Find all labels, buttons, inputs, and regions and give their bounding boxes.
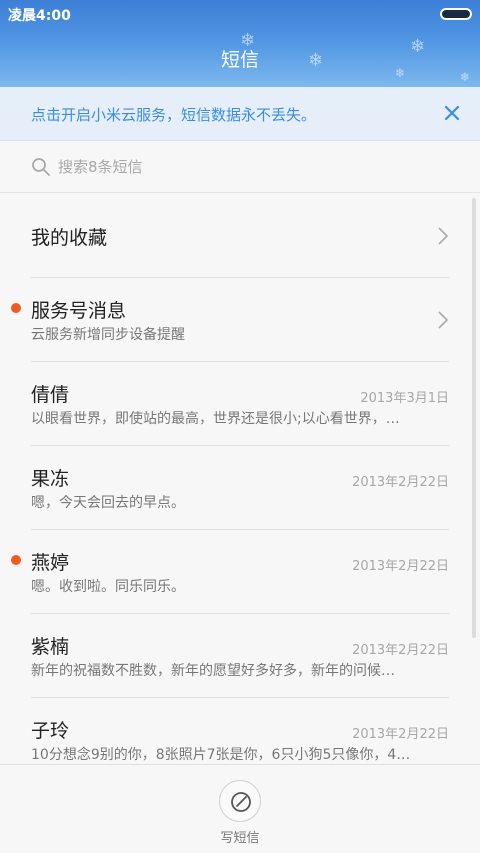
header: ❄ ❄ ❄ ❄ ❄ 凌晨4:00 短信	[0, 0, 480, 87]
conversation-date: 2013年2月22日	[352, 643, 449, 658]
conversation-preview: 10分想念9别的你，8张照片7张是你，6只小狗5只像你，4…	[31, 747, 411, 763]
conversation-date: 2013年3月1日	[360, 391, 449, 406]
conversation-preview: 新年的祝福数不胜数，新年的愿望好多好多，新年的问候…	[31, 663, 395, 679]
cloud-service-banner[interactable]: 点击开启小米云服务，短信数据永不丢失。	[0, 87, 480, 141]
unread-dot	[11, 555, 21, 565]
conversation-preview: 云服务新增同步设备提醒	[31, 327, 185, 343]
compose-button[interactable]	[219, 780, 261, 822]
conversation-date: 2013年2月22日	[352, 475, 449, 490]
list-item[interactable]: 我的收藏	[0, 194, 480, 278]
chevron-right-icon	[438, 227, 449, 245]
search-bar[interactable]	[0, 141, 480, 193]
conversation-date: 2013年2月22日	[352, 559, 449, 574]
snowflake-decoration: ❄	[460, 70, 471, 84]
battery-icon	[440, 8, 472, 20]
conversation-name: 我的收藏	[31, 227, 108, 249]
search-icon	[32, 158, 50, 176]
status-time: 凌晨4:00	[8, 8, 71, 24]
conversation-name: 倩倩	[31, 384, 70, 406]
conversation-name: 果冻	[31, 468, 70, 490]
list-item[interactable]: 服务号消息 云服务新增同步设备提醒	[0, 278, 480, 362]
banner-text: 点击开启小米云服务，短信数据永不丢失。	[31, 106, 317, 124]
list-item[interactable]: 紫楠 2013年2月22日 新年的祝福数不胜数，新年的愿望好多好多，新年的问候…	[0, 614, 480, 698]
conversation-name: 子玲	[31, 720, 70, 742]
conversation-preview: 以眼看世界，即使站的最高，世界还是很小;以心看世界，…	[31, 411, 400, 427]
status-bar: 凌晨4:00	[0, 0, 480, 28]
chevron-right-icon	[438, 311, 449, 329]
conversation-preview: 嗯，今天会回去的早点。	[31, 495, 185, 511]
close-icon[interactable]	[440, 101, 464, 125]
conversation-name: 服务号消息	[31, 300, 127, 322]
list-item[interactable]: 燕婷 2013年2月22日 嗯。收到啦。同乐同乐。	[0, 530, 480, 614]
compose-icon	[231, 792, 251, 812]
conversation-date: 2013年2月22日	[352, 727, 449, 742]
conversation-name: 燕婷	[31, 552, 70, 574]
page-title: 短信	[220, 49, 259, 71]
list-item[interactable]: 果冻 2013年2月22日 嗯，今天会回去的早点。	[0, 446, 480, 530]
bottom-bar: 写短信	[0, 764, 480, 853]
list-item[interactable]: 倩倩 2013年3月1日 以眼看世界，即使站的最高，世界还是很小;以心看世界，…	[0, 362, 480, 446]
conversation-name: 紫楠	[31, 636, 70, 658]
conversation-preview: 嗯。收到啦。同乐同乐。	[31, 579, 185, 595]
compose-label: 写短信	[220, 831, 260, 846]
list-item[interactable]: 子玲 2013年2月22日 10分想念9别的你，8张照片7张是你，6只小狗5只像…	[0, 698, 480, 764]
conversation-list[interactable]: 我的收藏 服务号消息 云服务新增同步设备提醒 倩倩 2013年3月1日 以眼看世…	[0, 194, 480, 764]
scrollbar[interactable]	[472, 198, 476, 638]
search-input[interactable]	[58, 155, 438, 179]
unread-dot	[11, 303, 21, 313]
